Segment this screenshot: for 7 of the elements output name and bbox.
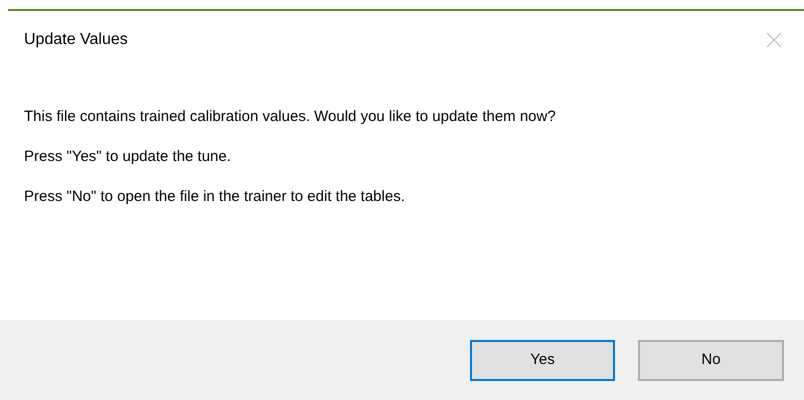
dialog-button[interactable]: Yes bbox=[470, 340, 615, 380]
message-text: Press "Yes" to update the tune. bbox=[24, 147, 232, 167]
window-title: Update Values bbox=[24, 30, 128, 50]
message-text: Press "No" to open the file in the trainer to edit the tables. bbox=[24, 187, 406, 207]
dialog-button[interactable]: No bbox=[638, 340, 784, 380]
close-icon[interactable] bbox=[766, 32, 782, 48]
message-text: This file contains trained calibration values. Would you like to update them now? bbox=[24, 107, 557, 127]
